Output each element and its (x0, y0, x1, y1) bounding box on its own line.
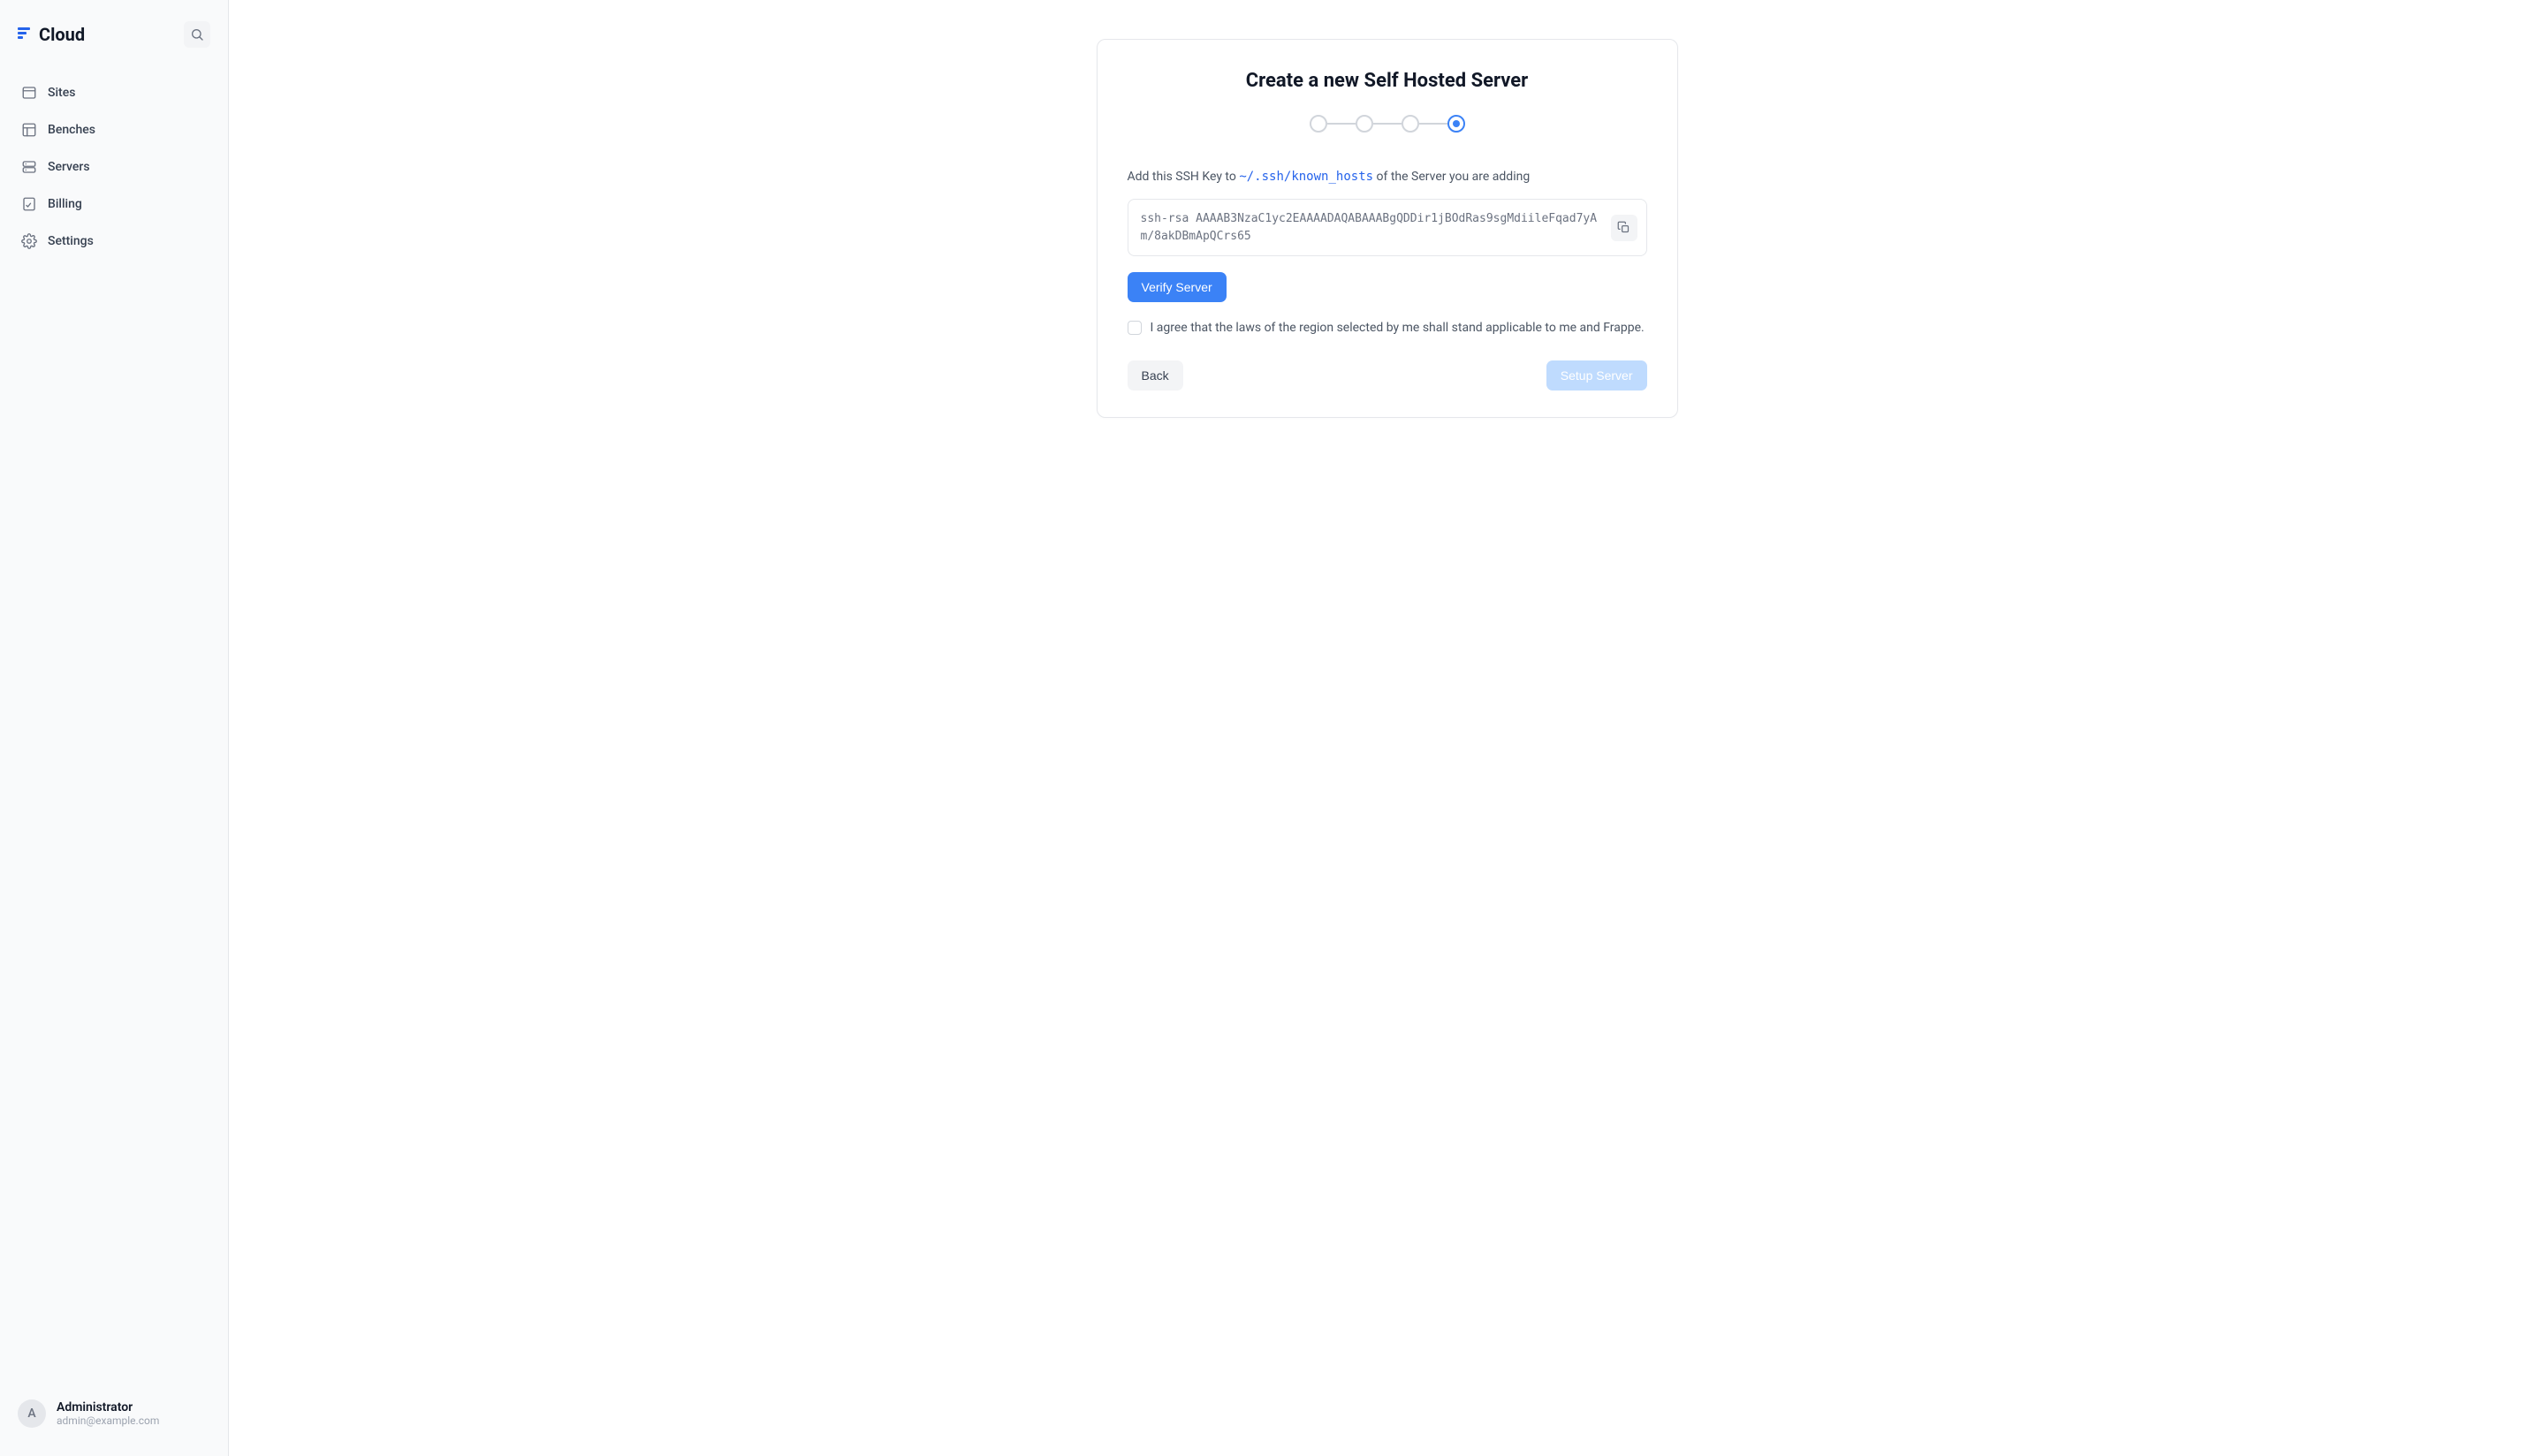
avatar: A (18, 1399, 46, 1428)
sidebar-item-label: Servers (48, 160, 90, 174)
ssh-key-box: ssh-rsa AAAAB3NzaC1yc2EAAAADAQABAAABgQDD… (1128, 199, 1647, 256)
step-line (1327, 123, 1356, 125)
back-button[interactable]: Back (1128, 360, 1183, 391)
instruction-path: ~/.ssh/known_hosts (1239, 170, 1373, 184)
user-name: Administrator (57, 1400, 159, 1414)
card-title: Create a new Self Hosted Server (1128, 70, 1647, 92)
step-2[interactable] (1356, 115, 1373, 133)
agree-checkbox[interactable] (1128, 321, 1142, 335)
setup-server-button[interactable]: Setup Server (1546, 360, 1647, 391)
copy-button[interactable] (1611, 215, 1637, 241)
sidebar: Cloud Sites Benches Servers (0, 0, 229, 1456)
instruction-post: of the Server you are adding (1373, 170, 1530, 184)
search-icon (190, 27, 204, 42)
sidebar-header: Cloud (14, 21, 214, 65)
sidebar-item-settings[interactable]: Settings (14, 224, 214, 258)
main-content: Create a new Self Hosted Server Add this… (229, 0, 2545, 1456)
sidebar-nav: Sites Benches Servers Billing Settings (14, 76, 214, 258)
sidebar-item-label: Settings (48, 234, 94, 248)
sidebar-item-sites[interactable]: Sites (14, 76, 214, 110)
instruction-pre: Add this SSH Key to (1128, 170, 1240, 184)
verify-server-button[interactable]: Verify Server (1128, 272, 1227, 302)
step-line (1419, 123, 1447, 125)
sidebar-item-label: Billing (48, 197, 82, 211)
user-meta: Administrator admin@example.com (57, 1400, 159, 1427)
ssh-instruction: Add this SSH Key to ~/.ssh/known_hosts o… (1128, 168, 1647, 186)
ssh-key-text: ssh-rsa AAAAB3NzaC1yc2EAAAADAQABAAABgQDD… (1141, 212, 1598, 243)
sidebar-item-billing[interactable]: Billing (14, 187, 214, 221)
step-line (1373, 123, 1402, 125)
sidebar-item-benches[interactable]: Benches (14, 113, 214, 147)
layout-icon (21, 122, 37, 138)
user-email: admin@example.com (57, 1414, 159, 1427)
step-3[interactable] (1402, 115, 1419, 133)
window-icon (21, 85, 37, 101)
logo-icon (18, 27, 32, 42)
step-1[interactable] (1310, 115, 1327, 133)
sidebar-item-servers[interactable]: Servers (14, 150, 214, 184)
agree-label[interactable]: I agree that the laws of the region sele… (1151, 320, 1645, 337)
copy-icon (1617, 221, 1630, 234)
search-button[interactable] (184, 21, 210, 48)
logo[interactable]: Cloud (18, 24, 85, 45)
gear-icon (21, 233, 37, 249)
button-row: Back Setup Server (1128, 360, 1647, 391)
receipt-icon (21, 196, 37, 212)
step-4[interactable] (1447, 115, 1465, 133)
stepper (1128, 115, 1647, 133)
sidebar-item-label: Sites (48, 86, 75, 100)
server-icon (21, 159, 37, 175)
agree-row: I agree that the laws of the region sele… (1128, 320, 1647, 337)
avatar-initial: A (27, 1407, 35, 1421)
sidebar-item-label: Benches (48, 123, 95, 137)
app-name: Cloud (39, 24, 85, 45)
user-account[interactable]: A Administrator admin@example.com (14, 1392, 214, 1435)
create-server-card: Create a new Self Hosted Server Add this… (1097, 39, 1678, 418)
